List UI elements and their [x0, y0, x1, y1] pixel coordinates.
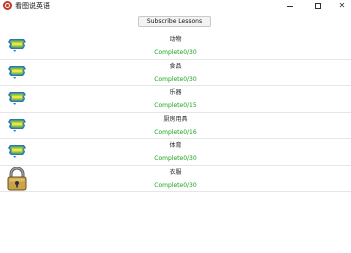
lesson-row-instruments[interactable]: 乐器 Complete0/15: [0, 86, 351, 113]
lesson-progress: Complete0/16: [154, 128, 197, 136]
lesson-row-clothes[interactable]: 衣服 Complete0/30: [0, 166, 351, 192]
lesson-row-kitchenware[interactable]: 厨房用具 Complete0/16: [0, 113, 351, 139]
lesson-progress: Complete0/30: [154, 49, 197, 56]
window-title: 看图说英语: [15, 2, 50, 10]
lesson-progress: Complete0/30: [154, 181, 197, 189]
subscribe-lessons-button[interactable]: Subscribe Lessons: [138, 16, 211, 27]
lesson-row-sports[interactable]: 体育 Complete0/30: [0, 139, 351, 166]
lesson-title: 体育: [169, 142, 182, 149]
lesson-progress: Complete0/15: [154, 102, 197, 109]
lesson-progress: Complete0/30: [154, 75, 197, 83]
maximize-icon[interactable]: [306, 0, 330, 12]
title-bar: 看图说英语 ✕: [0, 0, 351, 12]
lesson-list: 动物 Complete0/30 食品 Complete0/30 乐器 Compl…: [0, 33, 351, 192]
lesson-row-animals[interactable]: 动物 Complete0/30: [0, 33, 351, 60]
app-icon: [3, 1, 12, 10]
toolbar: Subscribe Lessons: [0, 12, 351, 33]
lesson-title: 乐器: [169, 89, 182, 96]
close-icon[interactable]: ✕: [330, 0, 351, 12]
lesson-progress: Complete0/30: [154, 155, 197, 162]
lesson-row-food[interactable]: 食品 Complete0/30: [0, 60, 351, 86]
lesson-title: 动物: [169, 36, 182, 43]
lesson-title: 食品: [169, 62, 182, 70]
minimize-icon[interactable]: [278, 0, 302, 12]
lesson-title: 厨房用具: [163, 115, 188, 123]
lesson-title: 衣服: [169, 168, 182, 176]
